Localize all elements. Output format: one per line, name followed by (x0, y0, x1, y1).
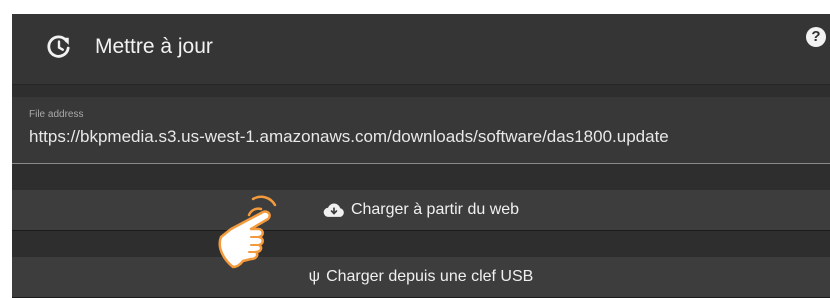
panel-header: Mettre à jour ? (12, 14, 830, 85)
load-from-web-button[interactable]: Charger à partir du web (12, 190, 830, 231)
file-address-input[interactable]: https://bkpmedia.s3.us-west-1.amazonaws.… (29, 127, 669, 147)
tap-hand-icon (218, 195, 277, 269)
update-panel: Mettre à jour ? File address https://bkp… (12, 14, 830, 298)
load-from-usb-button[interactable]: ψ Charger depuis une clef USB (12, 257, 830, 298)
usb-icon: ψ (308, 268, 321, 285)
load-from-usb-label: Charger depuis une clef USB (326, 268, 534, 285)
file-address-field[interactable]: File address https://bkpmedia.s3.us-west… (12, 97, 830, 164)
refresh-icon (47, 35, 70, 58)
cloud-download-icon (323, 202, 345, 218)
page-title: Mettre à jour (95, 35, 213, 58)
load-from-web-label: Charger à partir du web (350, 201, 520, 218)
help-icon[interactable]: ? (806, 27, 826, 47)
file-address-label: File address (29, 109, 84, 120)
